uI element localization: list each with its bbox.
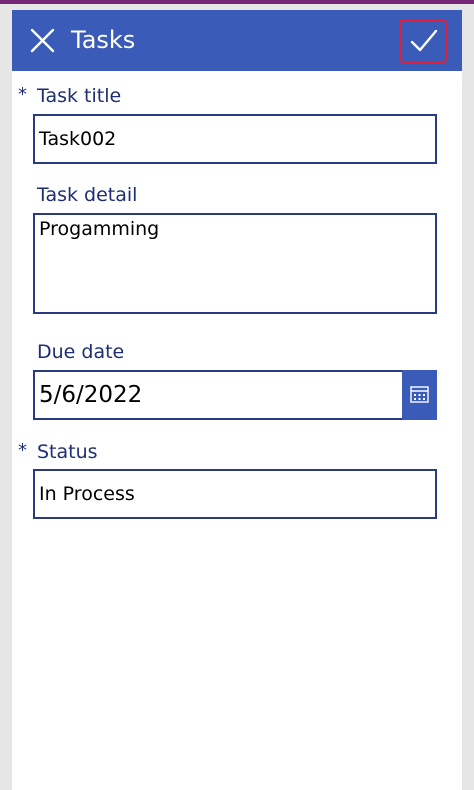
- top-accent-strip: [0, 0, 474, 4]
- due-date-value: 5/6/2022: [39, 382, 143, 408]
- task-title-value: Task002: [39, 128, 117, 150]
- submit-button[interactable]: [399, 19, 447, 63]
- header-bar: Tasks: [12, 10, 462, 71]
- required-marker: *: [18, 440, 27, 461]
- task-detail-textarea[interactable]: Progamming: [33, 213, 437, 314]
- calendar-button[interactable]: [402, 370, 437, 420]
- calendar-icon: [410, 386, 429, 403]
- task-title-label: Task title: [37, 85, 122, 107]
- task-detail-value: Progamming: [39, 218, 160, 240]
- required-marker: *: [18, 84, 27, 105]
- task-detail-label: Task detail: [37, 184, 138, 206]
- close-button[interactable]: [26, 24, 60, 58]
- close-icon: [30, 28, 55, 53]
- status-value: In Process: [39, 483, 135, 505]
- due-date-picker[interactable]: 5/6/2022: [33, 370, 437, 420]
- page-title: Tasks: [71, 26, 136, 54]
- edit-form-screen: Tasks * Task title Task002 Task detail P…: [12, 10, 462, 790]
- status-input[interactable]: In Process: [33, 469, 437, 519]
- status-label: Status: [37, 441, 98, 463]
- checkmark-icon: [410, 29, 438, 52]
- due-date-label: Due date: [37, 341, 125, 363]
- task-title-input[interactable]: Task002: [33, 114, 437, 164]
